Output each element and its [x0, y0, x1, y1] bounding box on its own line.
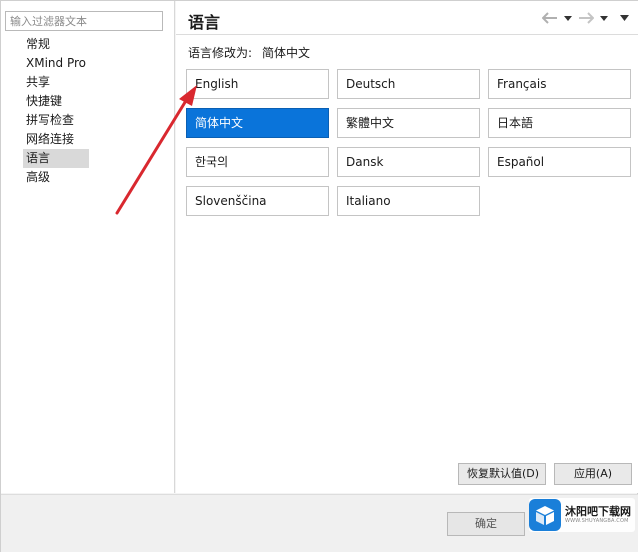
language-option-english[interactable]: English [186, 69, 329, 99]
sidebar-item-general[interactable]: 常规 [23, 35, 89, 54]
language-option-japanese[interactable]: 日本語 [488, 108, 631, 138]
apply-button[interactable]: 应用(A) [554, 463, 632, 485]
sidebar-item-sharing[interactable]: 共享 [23, 73, 89, 92]
language-option-french[interactable]: Français [488, 69, 631, 99]
ok-button[interactable]: 确定 [447, 512, 525, 536]
arrow-left-icon[interactable] [540, 9, 560, 27]
language-option-spanish[interactable]: Español [488, 147, 631, 177]
chevron-down-icon[interactable] [562, 9, 574, 27]
sidebar-item-shortcuts[interactable]: 快捷键 [23, 92, 89, 111]
chevron-down-icon[interactable] [598, 9, 610, 27]
watermark-logo-icon [529, 499, 561, 531]
language-option-traditional-chinese[interactable]: 繁體中文 [337, 108, 480, 138]
history-navigation [540, 9, 630, 27]
sidebar-item-network[interactable]: 网络连接 [23, 130, 89, 149]
preferences-content: 语言 语言修改为: 简体中文 English Deutsch Français … [176, 1, 638, 493]
page-action-buttons: 恢复默认值(D) 应用(A) [458, 463, 632, 485]
filter-input[interactable] [5, 11, 163, 31]
sidebar-item-advanced[interactable]: 高级 [23, 168, 89, 187]
watermark-text: 沐阳吧下载网 WWW.SHUYANGBA.COM [565, 506, 631, 524]
preferences-sidebar: 常规 XMind Pro 共享 快捷键 拼写检查 网络连接 语言 高级 [1, 1, 175, 493]
language-option-italian[interactable]: Italiano [337, 186, 480, 216]
language-option-korean[interactable]: 한국의 [186, 147, 329, 177]
language-option-danish[interactable]: Dansk [337, 147, 480, 177]
language-option-german[interactable]: Deutsch [337, 69, 480, 99]
sidebar-item-language[interactable]: 语言 [23, 149, 89, 168]
current-language-status: 语言修改为: 简体中文 [188, 44, 310, 61]
watermark-subtitle: WWW.SHUYANGBA.COM [565, 518, 629, 524]
restore-defaults-button[interactable]: 恢复默认值(D) [458, 463, 546, 485]
preferences-nav-list: 常规 XMind Pro 共享 快捷键 拼写检查 网络连接 语言 高级 [23, 35, 89, 187]
language-option-slovenian[interactable]: Slovenščina [186, 186, 329, 216]
watermark-title: 沐阳吧下载网 [565, 505, 631, 518]
status-label: 语言修改为: [188, 46, 253, 60]
language-grid: English Deutsch Français 简体中文 繁體中文 日本語 한… [186, 69, 632, 216]
arrow-right-icon[interactable] [576, 9, 596, 27]
status-value: 简体中文 [262, 46, 311, 60]
page-title: 语言 [188, 13, 221, 32]
sidebar-item-spelling[interactable]: 拼写检查 [23, 111, 89, 130]
content-header: 语言 [176, 1, 638, 35]
site-watermark: 沐阳吧下载网 WWW.SHUYANGBA.COM [529, 498, 635, 532]
chevron-down-icon[interactable] [618, 9, 630, 27]
language-option-simplified-chinese[interactable]: 简体中文 [186, 108, 329, 138]
preferences-window: 常规 XMind Pro 共享 快捷键 拼写检查 网络连接 语言 高级 语言 [0, 0, 638, 552]
sidebar-item-xmind-pro[interactable]: XMind Pro [23, 54, 89, 73]
